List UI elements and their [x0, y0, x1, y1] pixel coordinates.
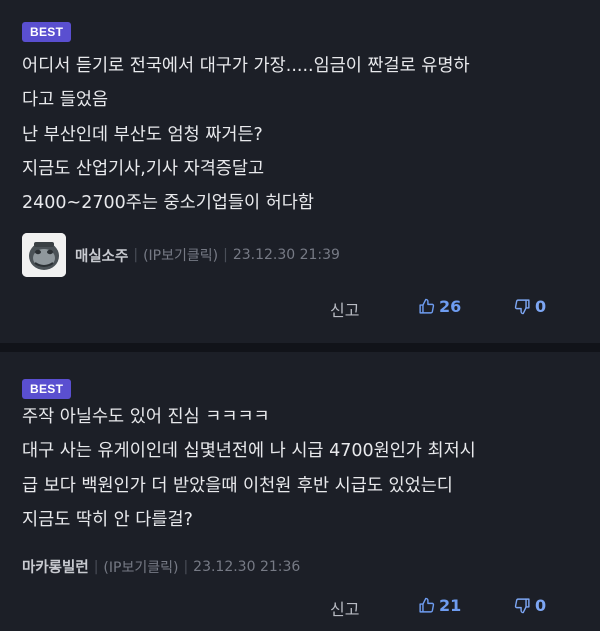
ip-view-link[interactable]: (IP보기클릭): [103, 557, 178, 577]
comment-separator: [0, 343, 600, 352]
nickname[interactable]: 마카롱빌런: [22, 556, 89, 577]
comment-line: 지금도 딱히 안 다를걸?: [22, 509, 193, 530]
thumbs-down-icon: [514, 597, 531, 614]
comment-line: 급 보다 백원인가 더 받았을때 이천원 후반 시급도 있었는디: [22, 475, 453, 496]
like-count: 26: [439, 297, 462, 316]
comment-1: BEST 어디서 듣기로 전국에서 대구가 가장.....임금이 짠걸로 유명하…: [0, 0, 600, 343]
comment-line: 난 부산인데 부산도 엄청 짜거든?: [22, 124, 263, 145]
report-button[interactable]: 신고: [330, 596, 359, 620]
timestamp: 23.12.30 21:39: [232, 247, 340, 263]
nickname[interactable]: 매실소주: [75, 245, 128, 266]
comment-meta: 매실소주 | (IP보기클릭) | 23.12.30 21:39: [22, 233, 340, 277]
thumbs-up-icon: [418, 298, 435, 315]
like-count: 21: [439, 596, 462, 615]
comment-body: 주작 아닐수도 있어 진심 ㅋㅋㅋㅋ 대구 사는 유게이인데 십몇년전에 나 시…: [22, 400, 580, 537]
meta-divider: |: [133, 247, 139, 263]
timestamp: 23.12.30 21:36: [193, 558, 301, 575]
meta-divider: |: [183, 558, 189, 575]
comment-line: 주작 아닐수도 있어 진심 ㅋㅋㅋㅋ: [22, 407, 270, 427]
meta-divider: |: [223, 247, 228, 263]
comment-line: 지금도 산업기사,기사 자격증달고: [22, 158, 265, 179]
meta-divider: |: [93, 558, 99, 575]
comment-meta: 마카롱빌런 | (IP보기클릭) | 23.12.30 21:36: [22, 556, 300, 577]
like-button[interactable]: 26: [418, 297, 461, 316]
thumbs-up-icon: [418, 597, 435, 614]
comment-line: 대구 사는 유게이인데 십몇년전에 나 시급 4700원인가 최저시: [22, 441, 476, 462]
comment-body: 어디서 듣기로 전국에서 대구가 가장.....임금이 짠걸로 유명하 다고 들…: [22, 49, 580, 220]
dislike-button[interactable]: 0: [514, 297, 546, 316]
comment-2: BEST 주작 아닐수도 있어 진심 ㅋㅋㅋㅋ 대구 사는 유게이인데 십몇년전…: [0, 352, 600, 631]
best-badge: BEST: [22, 379, 72, 399]
dislike-count: 0: [535, 596, 547, 615]
dislike-button[interactable]: 0: [514, 596, 546, 615]
comment-line: 다고 들었음: [22, 90, 109, 111]
report-button[interactable]: 신고: [330, 297, 359, 321]
avatar[interactable]: [22, 233, 66, 277]
comment-line: 어디서 듣기로 전국에서 대구가 가장.....임금이 짠걸로 유명하: [22, 56, 470, 76]
like-button[interactable]: 21: [418, 596, 461, 615]
thumbs-down-icon: [514, 298, 531, 315]
ip-view-link[interactable]: (IP보기클릭): [143, 245, 218, 265]
comment-line: 2400~2700주는 중소기업들이 허다함: [22, 193, 314, 214]
best-badge: BEST: [22, 22, 72, 42]
dislike-count: 0: [535, 297, 547, 316]
